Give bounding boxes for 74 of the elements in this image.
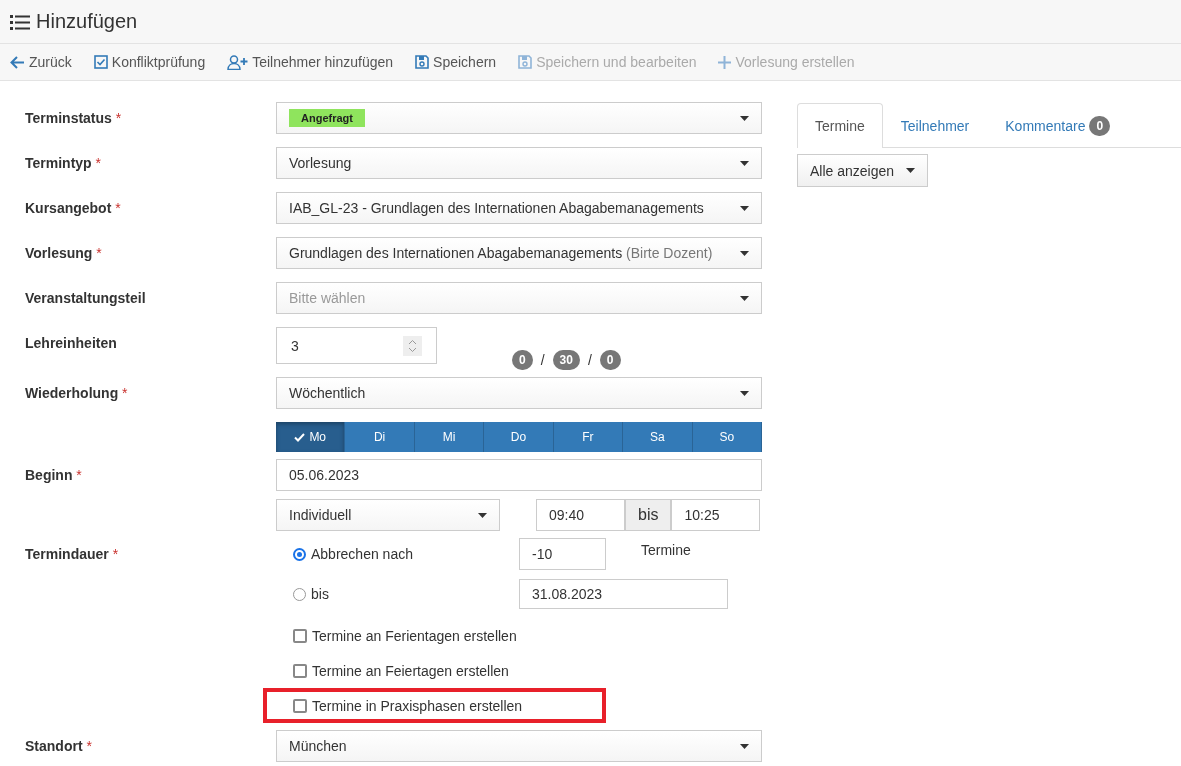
user-plus-icon (227, 54, 249, 70)
duration-select[interactable]: Individuell (276, 499, 500, 531)
list-icon (10, 13, 30, 30)
checkmark-icon (294, 432, 306, 442)
weekday-toggle[interactable]: Mi (414, 422, 485, 452)
tab[interactable]: Teilnehmer (882, 103, 988, 148)
radio-label[interactable]: Abbrechen nach (311, 546, 413, 562)
field-label: Standort * (25, 738, 92, 754)
field-label: Veranstaltungsteil (25, 290, 146, 306)
filter-dropdown[interactable]: Alle anzeigen (797, 154, 929, 187)
spinner-icon[interactable] (403, 335, 422, 356)
caret-icon (740, 743, 749, 749)
status-select[interactable]: Angefragt (276, 102, 762, 134)
count-badge: 0 (512, 350, 533, 370)
select-field[interactable]: IAB_GL-23 - Grundlagen des Internationen Abagabemanagements (276, 192, 762, 224)
range-separator: bis (625, 499, 672, 531)
weekday-toggle[interactable]: Fr (553, 422, 624, 452)
caret-icon (740, 390, 749, 396)
select-field[interactable]: Vorlesung (276, 147, 762, 179)
slash-separator: / (540, 352, 545, 368)
toolbar-button[interactable]: Teilnehmer hinzufügen (227, 54, 394, 70)
checkbox-icon (93, 55, 108, 69)
field-label: Beginn * (25, 467, 82, 483)
end-time-field[interactable]: 10:25 (671, 499, 761, 531)
field-label: Termintyp * (25, 155, 101, 171)
field-label: Terminstatus * (25, 110, 122, 126)
checkbox[interactable] (293, 698, 307, 713)
caret-icon (740, 205, 749, 211)
toolbar-button[interactable]: Speichern (415, 54, 497, 70)
date-field[interactable]: 31.08.2023 (519, 579, 728, 609)
field-label: Kursangebot * (25, 200, 121, 216)
number-field[interactable]: 3 (276, 327, 437, 364)
toolbar-button[interactable]: Konfliktprüfung (93, 54, 206, 70)
checkbox[interactable] (293, 628, 307, 643)
select-field[interactable]: Wöchentlich (276, 377, 762, 409)
caret-icon (478, 512, 487, 518)
plus-icon (718, 55, 732, 69)
weekday-toggle[interactable]: Di (345, 422, 415, 452)
unit-label: Termine (641, 542, 691, 558)
caret-icon (740, 295, 749, 301)
caret-icon (906, 168, 916, 173)
select-field[interactable]: Grundlagen des Internationen Abagabemanagements (Birte Dozent) (276, 237, 762, 269)
toolbar-button[interactable]: Zurück (10, 54, 72, 70)
caret-icon (740, 115, 749, 121)
count-field[interactable]: -10 (519, 538, 606, 570)
radio-button[interactable] (293, 547, 306, 561)
count-badge: 0 (1089, 116, 1111, 136)
radio-label[interactable]: bis (311, 586, 329, 602)
status-tag: Angefragt (289, 109, 365, 127)
checkbox-label[interactable]: Termine an Ferientagen erstellen (312, 627, 517, 644)
tab[interactable]: Kommentare 0 (987, 103, 1129, 148)
weekday-toggle[interactable]: Sa (623, 422, 693, 452)
select-field[interactable]: München (276, 730, 762, 762)
slash-separator: / (587, 352, 592, 368)
caret-icon (740, 160, 749, 166)
page-title: Hinzufügen (36, 10, 138, 33)
start-time-field[interactable]: 09:40 (536, 499, 625, 531)
weekday-toggle[interactable]: Mo (276, 422, 346, 452)
checkbox[interactable] (293, 663, 307, 678)
field-label: Lehreinheiten (25, 335, 117, 351)
arrow-left-icon (10, 55, 25, 69)
tab[interactable]: Termine (797, 103, 883, 148)
checkbox-label[interactable]: Termine in Praxisphasen erstellen (312, 697, 523, 714)
checkbox-label[interactable]: Termine an Feiertagen erstellen (312, 662, 509, 679)
field-label: Termindauer * (25, 546, 119, 562)
radio-button[interactable] (293, 587, 306, 601)
weekday-toggle[interactable]: So (692, 422, 762, 452)
date-field[interactable]: 05.06.2023 (276, 459, 762, 491)
count-badge: 30 (552, 350, 580, 370)
weekday-toggle[interactable]: Do (484, 422, 554, 452)
caret-icon (740, 250, 749, 256)
field-label: Vorlesung * (25, 245, 102, 261)
count-badge: 0 (599, 350, 621, 370)
field-label: Wiederholung * (25, 385, 128, 401)
